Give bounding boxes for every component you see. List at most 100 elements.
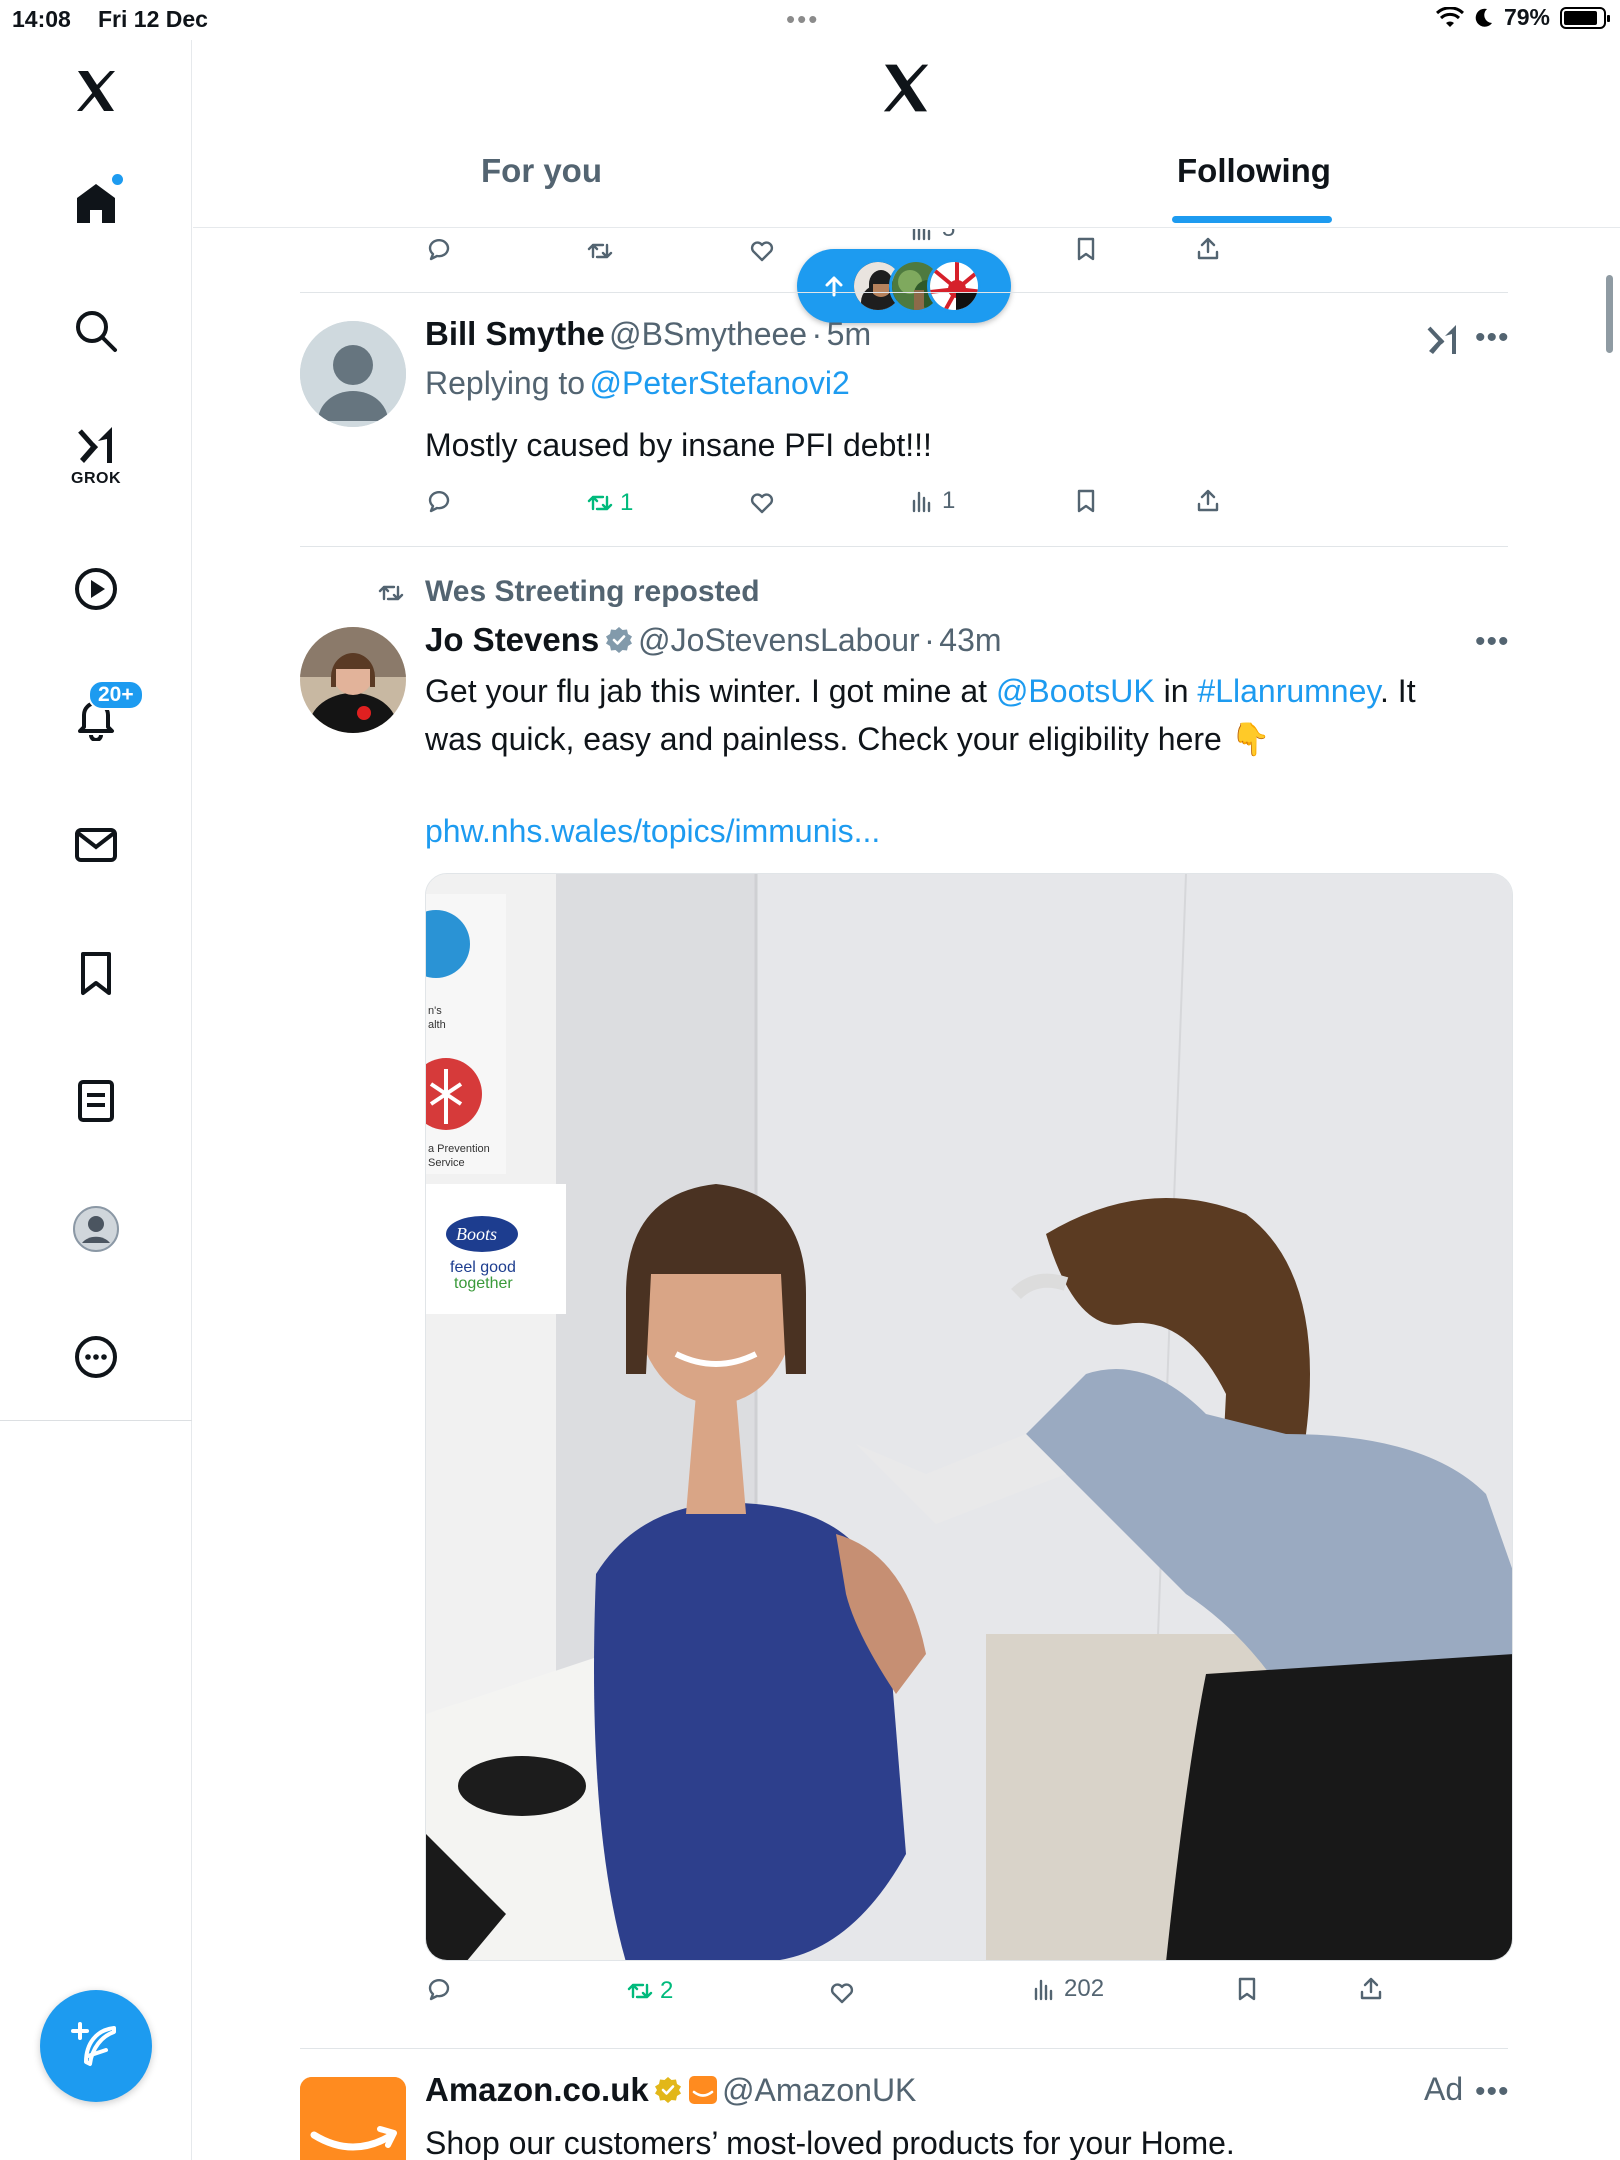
- bookmark-button[interactable]: [1072, 235, 1100, 263]
- tweet-time[interactable]: 5m: [827, 316, 871, 352]
- meta-separator: ·: [924, 622, 935, 658]
- notifications-badge: 20+: [88, 680, 144, 710]
- tweet-time[interactable]: 43m: [939, 622, 1001, 658]
- avatar: [927, 259, 981, 313]
- reply-icon: [428, 491, 450, 513]
- compose-icon: [71, 2022, 116, 2066]
- sidebar-item-video[interactable]: [55, 548, 137, 630]
- battery-icon: [1560, 6, 1610, 29]
- grok-label: GROK: [71, 470, 121, 487]
- compose-button[interactable]: [40, 1990, 152, 2102]
- pointing-down-emoji: 👇: [1230, 721, 1271, 757]
- x-logo-icon[interactable]: [878, 60, 934, 116]
- sidebar-item-notifications[interactable]: 20+: [55, 676, 144, 758]
- bookmark-button[interactable]: [1072, 487, 1100, 515]
- sidebar-item-grok[interactable]: GROK: [55, 412, 137, 494]
- bookmark-icon: [81, 952, 111, 995]
- grok-icon: [78, 427, 112, 463]
- reply-button[interactable]: [425, 487, 453, 515]
- views-icon: [912, 491, 931, 513]
- arrow-up-icon: [825, 276, 843, 297]
- moon-icon: [1475, 8, 1492, 27]
- divider: [300, 292, 1508, 293]
- avatar[interactable]: [300, 321, 406, 427]
- affiliate-badge-icon: [688, 2076, 717, 2104]
- poster-text: a Prevention: [428, 1143, 490, 1155]
- reposted-by-label[interactable]: Wes Streeting reposted: [425, 575, 760, 609]
- reply-button[interactable]: [425, 1975, 453, 2003]
- hashtag-link[interactable]: #Llanrumney: [1197, 673, 1380, 709]
- grok-icon[interactable]: [1425, 321, 1461, 357]
- x-logo-icon[interactable]: [55, 50, 137, 132]
- search-icon: [76, 311, 117, 352]
- sidebar-item-messages[interactable]: [55, 804, 137, 886]
- verified-badge-icon: [605, 627, 632, 653]
- tweet-text: Get your flu jab this winter. I got mine…: [425, 673, 996, 709]
- replying-to-link[interactable]: @PeterStefanovi2: [590, 365, 850, 401]
- sidebar-item-more[interactable]: [55, 1316, 137, 1398]
- scrollbar[interactable]: [1606, 275, 1613, 353]
- more-options-icon[interactable]: •••: [1475, 2075, 1510, 2109]
- tab-for-you[interactable]: For you: [481, 152, 602, 190]
- meta-separator: ·: [811, 316, 823, 352]
- sidebar-item-bookmarks[interactable]: [55, 932, 137, 1014]
- share-button[interactable]: [1357, 1975, 1385, 2003]
- more-options-icon[interactable]: •••: [1475, 321, 1510, 355]
- sidebar-item-search[interactable]: [55, 290, 137, 372]
- author-handle[interactable]: @BSmytheee: [609, 316, 807, 352]
- active-tab-indicator: [1172, 216, 1332, 223]
- sidebar-item-home[interactable]: [55, 162, 137, 244]
- play-icon: [75, 568, 117, 610]
- profile-icon: [73, 1206, 119, 1252]
- like-button[interactable]: [828, 1979, 856, 2007]
- multitasking-dots-icon[interactable]: •••: [786, 4, 819, 35]
- author-handle[interactable]: @AmazonUK: [722, 2072, 916, 2108]
- share-icon: [1197, 489, 1219, 512]
- views-icon: [912, 229, 931, 241]
- timeline-feed[interactable]: 5 Bill Smythe @BSmytheee · 5m: [193, 229, 1620, 2160]
- share-button[interactable]: [1194, 487, 1222, 515]
- views-count: 1: [942, 487, 956, 514]
- new-posts-pill[interactable]: [797, 249, 1011, 323]
- author-name[interactable]: Jo Stevens: [425, 621, 599, 658]
- reply-button[interactable]: [425, 235, 453, 263]
- repost-button[interactable]: [586, 237, 614, 265]
- sidebar-item-profile[interactable]: [55, 1188, 137, 1270]
- repost-icon: [587, 243, 613, 259]
- tab-following[interactable]: Following: [1177, 152, 1331, 190]
- tweet-photo[interactable]: n's alth a Prevention Service Boots feel…: [425, 873, 1513, 1961]
- views-button[interactable]: 202: [1030, 1975, 1104, 2003]
- repost-count: 2: [660, 1977, 674, 2004]
- like-button[interactable]: [748, 489, 776, 517]
- home-icon: [77, 184, 115, 223]
- share-icon: [1197, 237, 1219, 260]
- sidebar-item-articles[interactable]: [55, 1060, 137, 1142]
- tweet-text: in: [1154, 673, 1198, 709]
- status-time: 14:08: [12, 6, 71, 32]
- author-name[interactable]: Bill Smythe: [425, 315, 605, 352]
- share-button[interactable]: [1194, 235, 1222, 263]
- external-link[interactable]: phw.nhs.wales/topics/immunis...: [425, 807, 880, 855]
- views-button[interactable]: 5: [908, 229, 955, 243]
- like-button[interactable]: [748, 237, 776, 265]
- views-button[interactable]: 1: [908, 487, 955, 515]
- repost-button[interactable]: 2: [626, 1977, 673, 2005]
- share-icon: [1360, 1977, 1382, 2000]
- sidebar-divider: [0, 1420, 192, 1421]
- repost-button[interactable]: 1: [586, 489, 633, 517]
- battery-percent: 79%: [1503, 4, 1550, 30]
- status-date: Fri 12 Dec: [98, 6, 208, 32]
- repost-count: 1: [620, 489, 634, 516]
- amazon-logo[interactable]: [300, 2077, 406, 2160]
- repost-icon: [627, 1983, 653, 1999]
- mention-link[interactable]: @BootsUK: [996, 673, 1155, 709]
- reply-icon: [428, 1979, 450, 2001]
- bookmark-button[interactable]: [1233, 1975, 1261, 2003]
- author-name[interactable]: Amazon.co.uk: [425, 2071, 649, 2108]
- more-options-icon[interactable]: •••: [1475, 625, 1510, 659]
- avatar[interactable]: [300, 627, 406, 733]
- heart-icon: [830, 1983, 854, 2004]
- heart-icon: [750, 493, 774, 514]
- views-count: 5: [942, 229, 955, 243]
- author-handle[interactable]: @JoStevensLabour: [638, 622, 920, 658]
